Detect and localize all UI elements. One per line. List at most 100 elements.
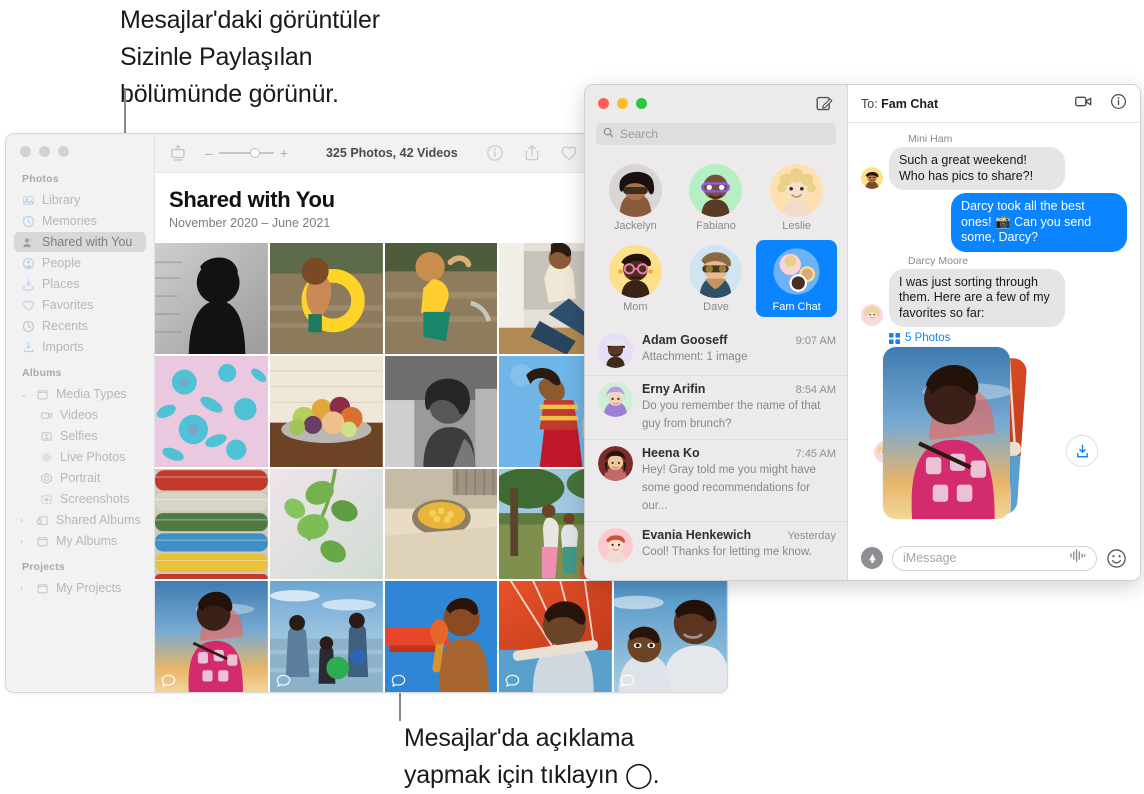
photo-thumbnail[interactable] [269,581,383,692]
memories-icon [22,215,35,228]
close-button[interactable] [20,146,31,157]
sidebar-item-my-projects[interactable]: › My Projects [14,578,146,598]
pinned-conversation-fabiano[interactable]: Fabiano [676,159,757,236]
sidebar-item-shared-albums[interactable]: › Shared Albums [14,510,146,530]
sidebar-item-portrait[interactable]: Portrait [14,468,146,488]
sidebar-item-selfies[interactable]: Selfies [14,426,146,446]
pinned-conversation-leslie[interactable]: Leslie [756,159,837,236]
comment-bubble-icon[interactable] [620,674,635,687]
photo-thumbnail[interactable] [384,581,498,692]
imessage-field[interactable] [892,545,1097,571]
avatar [861,304,883,326]
comment-bubble-icon[interactable] [505,674,520,687]
zoom-slider-track[interactable] [218,148,274,158]
message-bubble[interactable]: Darcy took all the best ones! 📸 Can you … [951,193,1127,252]
search-container [596,123,836,145]
close-button[interactable] [598,98,609,109]
conversation-name: Erny Arifin [642,382,706,396]
photo-thumbnail[interactable] [269,468,383,580]
zoom-slider[interactable]: – + [205,145,288,161]
conversation-list-item[interactable]: Erny Arifin 8:54 AM Do you remember the na… [585,375,847,439]
info-icon[interactable] [1110,93,1127,115]
comment-bubble-icon[interactable] [276,674,291,687]
comment-bubble-icon[interactable] [391,674,406,687]
avatar [598,528,633,563]
chat-recipient[interactable]: To: Fam Chat [861,97,938,111]
search-input[interactable] [620,127,829,141]
sidebar-section-photos: Photos [22,173,59,185]
pinned-conversation-dave[interactable]: Dave [676,240,757,317]
comment-bubble-icon[interactable] [161,674,176,687]
share-icon[interactable] [523,144,541,162]
chevron-down-icon[interactable]: ⌄ [20,389,29,400]
zoom-button[interactable] [58,146,69,157]
save-download-icon[interactable] [1066,435,1098,467]
sidebar-item-live-photos[interactable]: Live Photos [14,447,146,467]
message-bubble[interactable]: Such a great weekend! Who has pics to sh… [889,147,1065,190]
sidebar-item-my-albums[interactable]: › My Albums [14,531,146,551]
zoom-in-label[interactable]: + [280,145,288,161]
photo-thumbnail[interactable] [155,581,268,692]
zoom-slider-knob[interactable] [249,148,260,158]
photo-thumbnail[interactable] [384,243,498,354]
sidebar-item-videos[interactable]: Videos [14,405,146,425]
conversation-list-item[interactable]: Heena Ko 7:45 AM Hey! Gray told me you mig… [585,439,847,521]
selfie-icon [40,430,53,443]
sidebar-item-media-types[interactable]: ⌄ Media Types [14,384,146,404]
messages-titlebar [585,85,847,123]
sidebar-toggle-icon[interactable] [169,144,187,162]
chat-to-label: To: [861,96,878,111]
pinned-conversation-mom[interactable]: Mom [595,240,676,317]
app-store-icon[interactable] [861,547,883,569]
sidebar-item-recents[interactable]: Recents [14,316,146,336]
photo-thumbnail[interactable] [269,355,383,467]
photo-attachment-stack[interactable] [883,347,1028,519]
photos-window-controls[interactable] [20,146,69,157]
attachment-photos-label[interactable]: 5 Photos [889,332,1127,344]
chevron-right-icon[interactable]: › [20,583,29,593]
imessage-input[interactable] [903,551,1063,565]
pinned-conversation-label: Leslie [782,220,812,232]
zoom-button[interactable] [636,98,647,109]
messages-window-controls[interactable] [598,98,647,109]
pinned-conversation-jackelyn[interactable]: Jackelyn [595,159,676,236]
photo-thumbnail[interactable] [384,468,498,580]
compose-icon[interactable] [815,95,833,113]
photo-thumbnail[interactable] [269,243,383,354]
chevron-right-icon[interactable]: › [20,515,29,525]
conversation-list-item[interactable]: Evania Henkewich Yesterday Cool! Thanks fo… [585,521,847,570]
conversation-list-item[interactable]: Adam Gooseff 9:07 AM Attachment: 1 image [585,327,847,375]
folder-icon [36,535,49,548]
emoji-smiley-icon[interactable] [1106,548,1127,569]
message-bubble[interactable]: I was just sorting through them. Here ar… [889,268,1065,327]
minimize-button[interactable] [39,146,50,157]
sidebar-item-places[interactable]: Places [14,274,146,294]
attachment-count-label: 5 Photos [905,332,951,344]
grid-icon [889,332,900,344]
sidebar-item-favorites[interactable]: Favorites [14,295,146,315]
video-camera-icon[interactable] [1074,92,1093,116]
photo-thumbnail[interactable] [499,581,613,692]
photo-thumbnail[interactable] [614,581,727,692]
photo-thumbnail[interactable] [384,355,498,467]
sidebar-item-memories[interactable]: Memories [14,211,146,231]
audio-waveform-icon[interactable] [1069,548,1086,568]
search-box[interactable] [596,123,836,145]
minimize-button[interactable] [617,98,628,109]
info-icon[interactable] [486,144,504,162]
sidebar-item-shared-with-you[interactable]: Shared with You [14,232,146,252]
sidebar-item-people[interactable]: People [14,253,146,273]
photo-thumbnail[interactable] [155,468,268,580]
zoom-out-label[interactable]: – [205,145,213,161]
photo-stack-front[interactable] [883,347,1010,519]
photo-thumbnail[interactable] [155,355,268,467]
sidebar-item-library[interactable]: Library [14,190,146,210]
pinned-conversation-label: Mom [623,301,648,313]
sidebar-item-imports[interactable]: Imports [14,337,146,357]
chevron-right-icon[interactable]: › [20,536,29,546]
conversation-list: Adam Gooseff 9:07 AM Attachment: 1 image Er… [585,327,847,580]
heart-icon[interactable] [560,144,578,162]
photo-thumbnail[interactable] [155,243,268,354]
pinned-conversation-fam-chat[interactable]: Fam Chat [756,240,837,317]
sidebar-item-screenshots[interactable]: Screenshots [14,489,146,509]
